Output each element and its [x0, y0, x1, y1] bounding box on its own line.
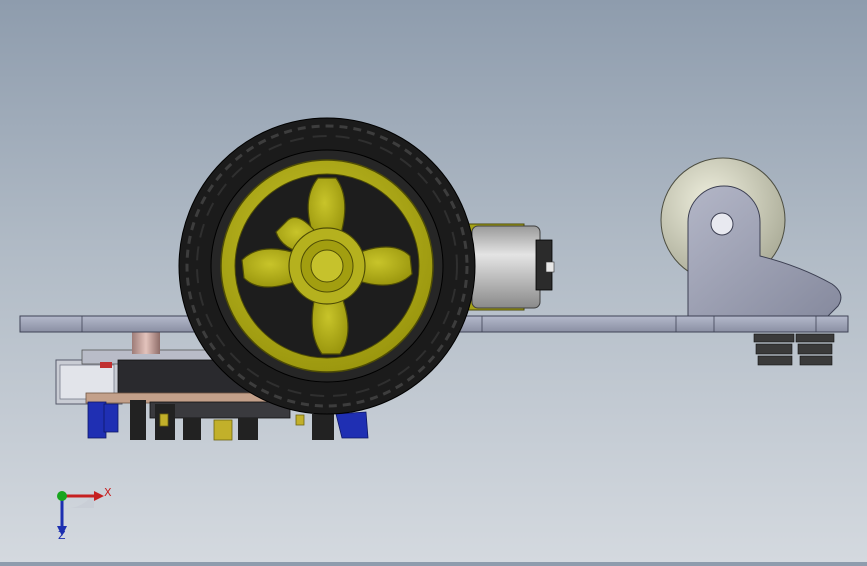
caster-wheel	[660, 157, 842, 366]
robot-car-model	[19, 117, 849, 441]
origin-marker	[57, 491, 67, 501]
drive-wheel	[178, 117, 476, 415]
gear-motor	[461, 223, 555, 311]
standoff-left	[132, 330, 160, 354]
z-axis-label: Z	[58, 529, 66, 542]
cad-viewport[interactable]: X Z	[0, 0, 867, 562]
x-axis-label: X	[104, 486, 112, 499]
triad-shadow	[64, 492, 94, 509]
caster-screws	[753, 333, 835, 366]
